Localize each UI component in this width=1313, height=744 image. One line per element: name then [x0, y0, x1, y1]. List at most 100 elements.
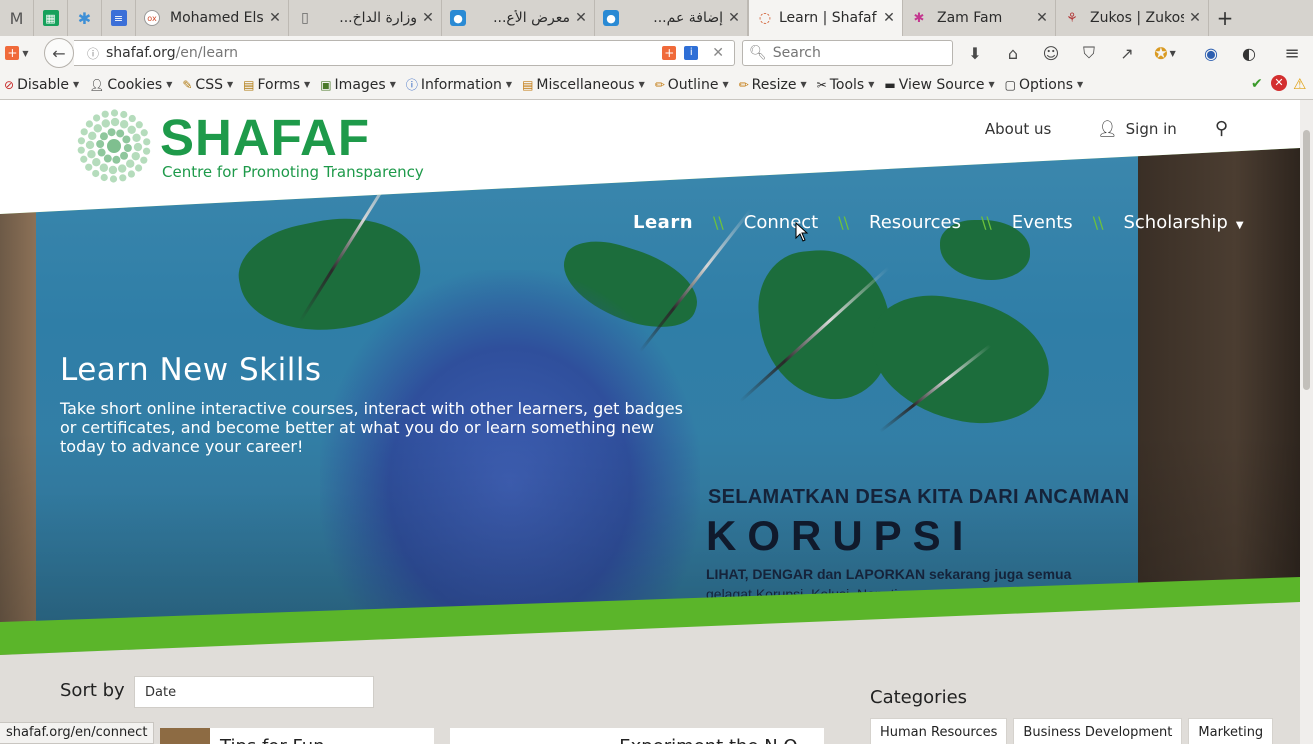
sign-in-label: Sign in — [1125, 119, 1177, 138]
dev-resize-menu[interactable]: ✏ Resize ▼ — [739, 77, 807, 93]
logo-dot — [99, 163, 109, 172]
close-icon[interactable]: ✕ — [1035, 10, 1049, 26]
logo-dot — [123, 144, 132, 153]
new-tab-button[interactable]: + — [1209, 0, 1241, 36]
dev-view-source-menu[interactable]: ▬ View Source ▼ — [884, 77, 994, 93]
site-icon: ● — [603, 10, 619, 26]
tab-pinned-sheets[interactable]: ▦ — [34, 0, 68, 36]
tab-exhibition[interactable]: ● معرض الأع... ✕ — [442, 0, 595, 36]
about-us-link[interactable]: About us — [985, 120, 1051, 138]
nav-events[interactable]: Events — [1012, 212, 1073, 233]
hamburger-menu-icon[interactable]: ≡ — [1277, 39, 1307, 67]
search-icon[interactable]: ⚲ — [1215, 118, 1228, 139]
logo-dot — [142, 147, 151, 155]
clear-url-icon[interactable]: ✕ — [712, 45, 724, 61]
addon-plus-icon[interactable]: + — [662, 46, 677, 60]
back-button[interactable]: ← — [44, 38, 74, 68]
tab-pinned-snowflake[interactable]: ✱ — [68, 0, 102, 36]
dev-images-menu[interactable]: ▣ Images ▼ — [320, 77, 396, 93]
category-tag[interactable]: Business Development — [1013, 718, 1183, 744]
menu-plus-icon[interactable]: + ▼ — [2, 39, 32, 67]
dev-cookies-menu[interactable]: 👤︎ Cookies ▼ — [89, 77, 172, 93]
dev-menu-label: Information — [420, 76, 502, 93]
close-icon[interactable]: ✕ — [421, 10, 435, 26]
sort-select[interactable]: Date — [134, 676, 374, 708]
tab-zukos[interactable]: ⚘ Zukos | Zukos ✕ — [1056, 0, 1209, 36]
url-text[interactable]: shafaf.org/en/learn — [106, 45, 662, 61]
pin-icon[interactable]: ↗ — [1112, 39, 1142, 67]
course-card[interactable]: Tips for Fun... — [210, 728, 434, 744]
logo-dot — [85, 163, 93, 171]
disable-icon: ⊘ — [4, 77, 15, 92]
globe-icon[interactable]: ◉ — [1196, 39, 1226, 67]
chevron-down-icon: ▼ — [166, 80, 173, 89]
tab-pinned-gmail[interactable]: M — [0, 0, 34, 36]
brand-name[interactable]: SHAFAF — [160, 106, 370, 170]
page-scrollbar[interactable] — [1300, 100, 1313, 744]
scrollbar-thumb[interactable] — [1303, 130, 1310, 390]
tab-pinned-docs[interactable]: ≡ — [102, 0, 136, 36]
warning-icon[interactable]: ⚠ — [1293, 75, 1306, 93]
chat-icon[interactable]: ☺ — [1036, 39, 1066, 67]
tab-bar: M ▦ ✱ ≡ ox Mohamed Elsa... ✕ ▯ وزارة الد… — [0, 0, 1313, 36]
tab-zam-fam[interactable]: ✱ Zam Fam ✕ — [903, 0, 1056, 36]
search-input[interactable] — [772, 45, 952, 61]
dev-miscellaneous-menu[interactable]: ▤ Miscellaneous ▼ — [522, 77, 645, 93]
chevron-down-icon: ▼ — [868, 80, 875, 89]
extension-icon[interactable]: ✪ ▼ — [1150, 39, 1180, 67]
outline-icon: ✏ — [654, 77, 665, 92]
tab-title: Zukos | Zukos — [1090, 10, 1184, 26]
tab-ministry[interactable]: ▯ وزارة الداخ... ✕ — [289, 0, 442, 36]
shafaf-logo-icon[interactable] — [76, 108, 152, 184]
close-icon[interactable]: ✕ — [268, 10, 282, 26]
logo-dot — [128, 114, 136, 123]
logo-dot — [88, 131, 97, 141]
logo-dot — [133, 142, 143, 152]
dev-options-menu[interactable]: ▢ Options ▼ — [1005, 77, 1084, 93]
web-page: SELAMATKAN DESA KITA DARI ANCAMAN KORUPS… — [0, 100, 1300, 744]
tab-learn-shafaf[interactable]: ◌ Learn | Shafaf ✕ — [748, 0, 903, 36]
logo-dot — [122, 135, 131, 144]
dev-menu-label: Forms — [257, 76, 301, 93]
logo-dot — [96, 139, 105, 148]
close-icon[interactable]: ✕ — [1188, 10, 1202, 26]
search-box[interactable]: 🔍︎ — [742, 40, 953, 66]
logo-dot — [132, 133, 141, 142]
dev-menu-label: View Source — [898, 76, 985, 93]
close-icon[interactable]: ✕ — [882, 10, 896, 26]
category-tag[interactable]: Human Resources — [870, 718, 1008, 744]
nav-scholarship[interactable]: Scholarship ▼ — [1123, 212, 1243, 233]
zukos-icon: ⚘ — [1066, 10, 1078, 26]
dev-forms-menu[interactable]: ▤ Forms ▼ — [243, 77, 310, 93]
nav-learn[interactable]: Learn — [633, 212, 693, 233]
chevron-down-icon: ▼ — [226, 80, 234, 89]
close-icon[interactable]: ✕ — [574, 10, 588, 26]
logo-dot — [85, 120, 94, 128]
color-picker-icon[interactable]: ◐ — [1234, 39, 1264, 67]
dev-css-menu[interactable]: ✎ CSS ▼ — [182, 77, 233, 93]
dev-outline-menu[interactable]: ✏ Outline ▼ — [655, 77, 729, 93]
dev-tools-menu[interactable]: ✂ Tools ▼ — [817, 77, 875, 93]
pocket-icon[interactable]: ⛉ — [1074, 39, 1104, 67]
dev-disable-menu[interactable]: ⊘ Disable ▼ — [4, 77, 79, 93]
error-icon[interactable]: ✕ — [1271, 75, 1287, 91]
nav-resources[interactable]: Resources — [869, 212, 961, 233]
site-header: SHAFAF Centre for Promoting Transparency… — [0, 100, 1300, 233]
download-icon[interactable]: ⬇ — [960, 39, 990, 67]
logo-dot — [140, 156, 148, 164]
close-icon[interactable]: ✕ — [727, 10, 741, 26]
addon-info-icon[interactable]: i — [684, 46, 699, 60]
url-bar[interactable]: ⓘ shafaf.org/en/learn + i ✕ — [74, 40, 735, 66]
course-card[interactable]: Experiment the N.O... — [450, 728, 824, 744]
home-icon[interactable]: ⌂ — [998, 39, 1028, 67]
logo-dot — [140, 129, 148, 137]
course-card-image[interactable] — [160, 728, 210, 744]
info-icon[interactable]: ⓘ — [80, 45, 106, 62]
tab-add-work[interactable]: ● إضافة عم... ✕ — [595, 0, 748, 36]
logo-dot — [143, 138, 151, 146]
sign-in-link[interactable]: 👤︎ Sign in — [1097, 119, 1176, 138]
tab-mohamed[interactable]: ox Mohamed Elsa... ✕ — [136, 0, 289, 36]
dev-information-menu[interactable]: ⓘ Information ▼ — [406, 76, 512, 93]
category-tag[interactable]: Marketing — [1188, 718, 1274, 744]
valid-check-icon[interactable]: ✔ — [1251, 76, 1263, 92]
